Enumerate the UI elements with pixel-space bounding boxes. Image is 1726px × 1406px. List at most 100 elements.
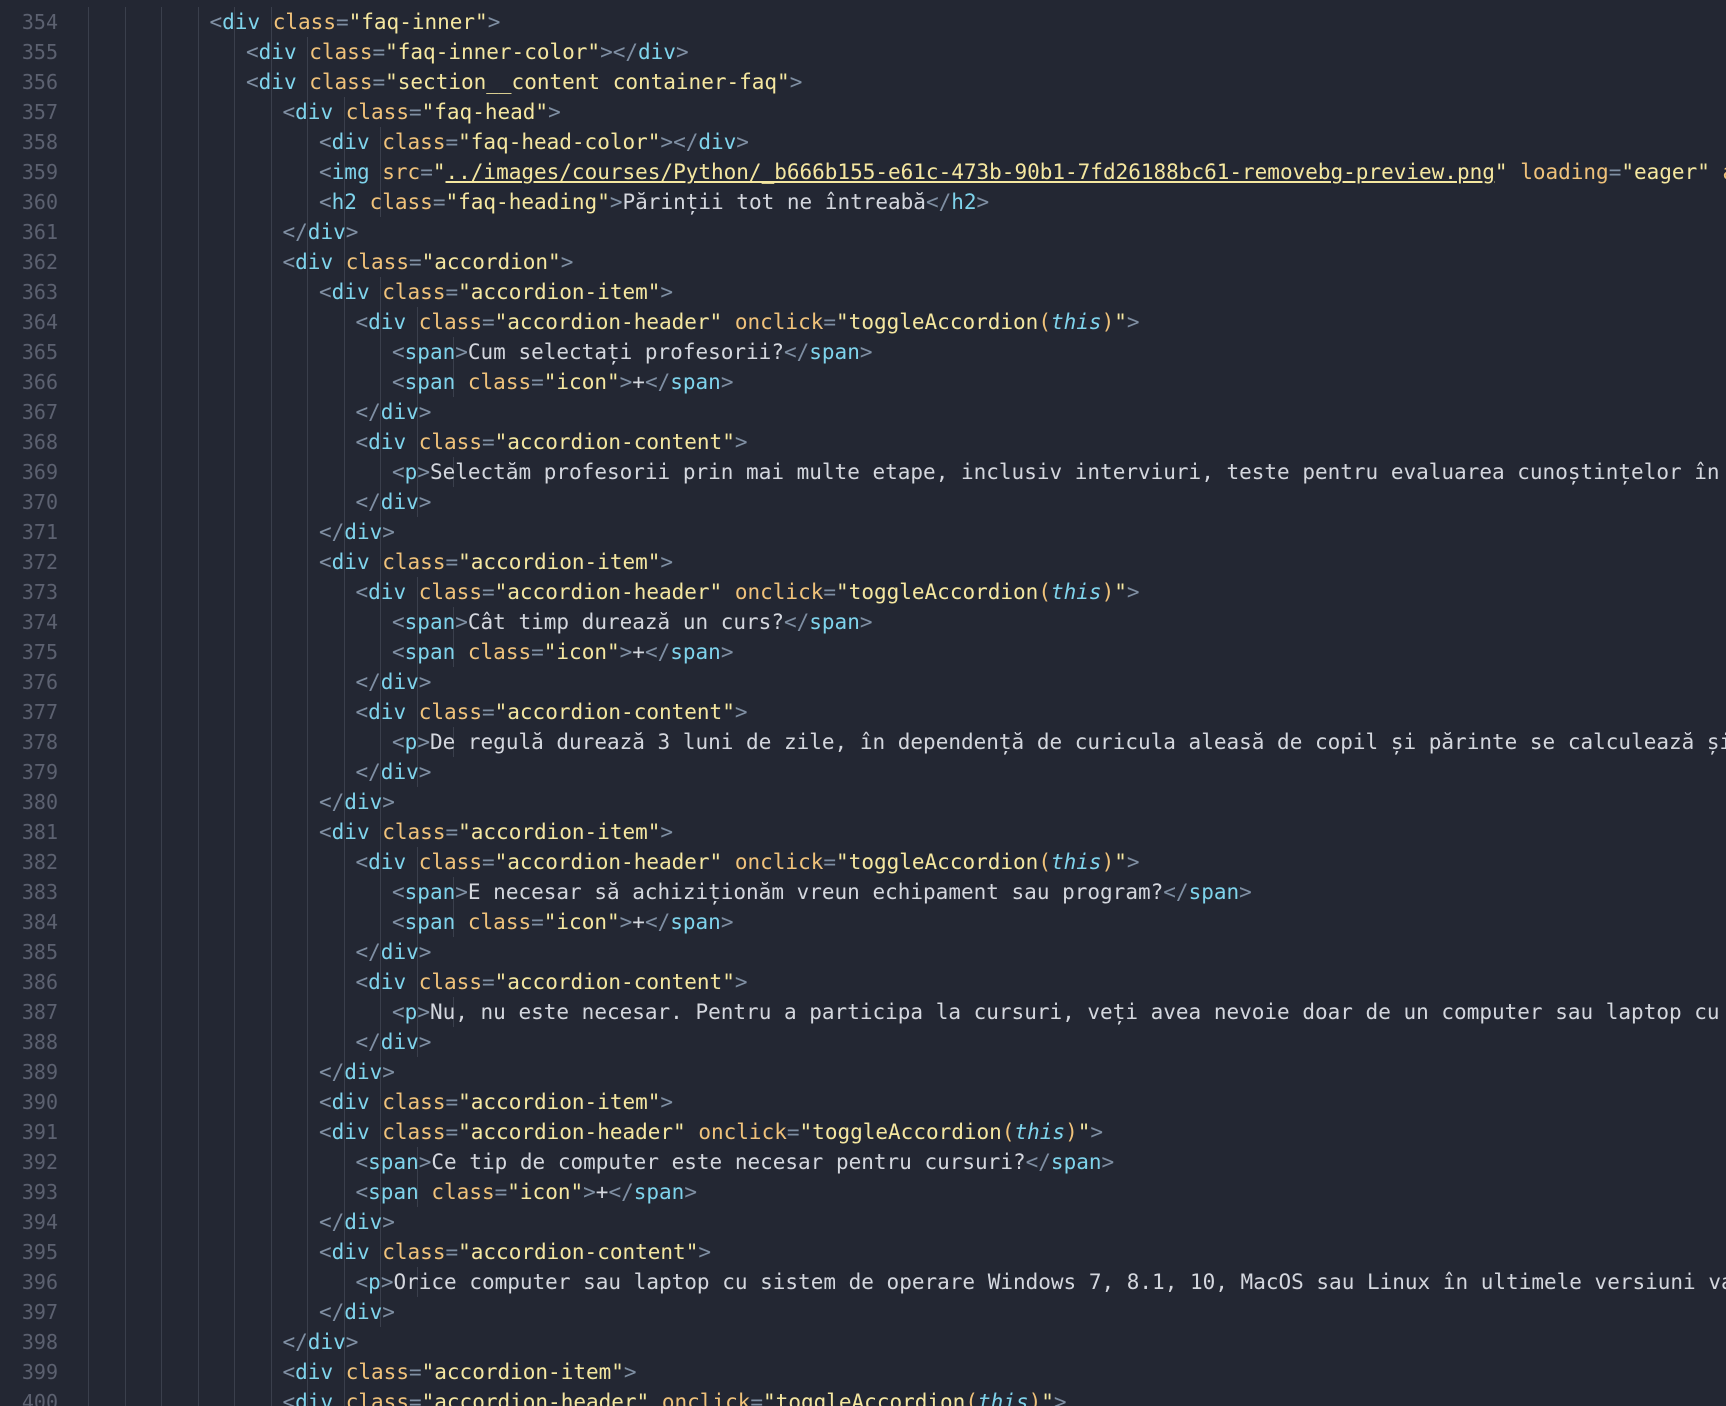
indent-guide xyxy=(307,307,308,337)
code-line[interactable]: 377 <div class="accordion-content"> xyxy=(0,697,1726,727)
token-kw: this xyxy=(1050,850,1102,874)
indent-guide xyxy=(124,1387,126,1406)
code-line[interactable]: 375 <span class="icon">+</span> xyxy=(0,637,1726,667)
indent-guide xyxy=(307,907,308,937)
code-line[interactable]: 378 <p>De regulă durează 3 luni de zile, … xyxy=(0,727,1726,757)
indent-guide xyxy=(88,877,89,907)
indent-guide xyxy=(161,67,162,97)
token-punct: > xyxy=(660,550,674,574)
token-str: "accordion-item" xyxy=(458,820,661,844)
code-line[interactable]: 355 <div class="faq-inner-color"></div> xyxy=(0,37,1726,67)
indent-guide xyxy=(270,187,272,217)
indent-guide xyxy=(197,7,199,37)
indent-guide xyxy=(234,577,235,607)
code-line[interactable]: 371 </div> xyxy=(0,517,1726,547)
code-line[interactable]: 365 <span>Cum selectați profesorii?</span… xyxy=(0,337,1726,367)
token-attr: ( xyxy=(1038,310,1051,334)
indent-guide xyxy=(270,577,272,607)
indent-guide xyxy=(307,817,308,847)
code-line[interactable]: 359 <img src="../images/courses/Python/_b… xyxy=(0,157,1726,187)
indent-guide xyxy=(88,457,89,487)
code-line[interactable]: 387 <p>Nu, nu este necesar. Pentru a part… xyxy=(0,997,1726,1027)
code-line[interactable]: 392 <span>Ce tip de computer este necesar… xyxy=(0,1147,1726,1177)
code-editor[interactable]: 354 <div class="faq-inner"> 355 <div class=… xyxy=(0,0,1726,1406)
code-line[interactable]: 376 </div> xyxy=(0,667,1726,697)
code-line[interactable]: 360 <h2 class="faq-heading">Părinții tot … xyxy=(0,187,1726,217)
code-line[interactable]: 366 <span class="icon">+</span> xyxy=(0,367,1726,397)
indent-guide xyxy=(307,1267,308,1297)
code-line[interactable]: 379 </div> xyxy=(0,757,1726,787)
code-text: <span class="icon">+</span> xyxy=(356,1177,697,1207)
code-line[interactable]: 381 <div class="accordion-item"> xyxy=(0,817,1726,847)
code-line[interactable]: 394 </div> xyxy=(0,1207,1726,1237)
code-line[interactable]: 385 </div> xyxy=(0,937,1726,967)
code-line[interactable]: 372 <div class="accordion-item"> xyxy=(0,547,1726,577)
token-url[interactable]: ../images/courses/Python/_b666b155-e61c-… xyxy=(446,160,1495,184)
code-line[interactable]: 386 <div class="accordion-content"> xyxy=(0,967,1726,997)
code-line[interactable]: 398 </div> xyxy=(0,1327,1726,1357)
code-line[interactable]: 369 <p>Selectăm profesorii prin mai multe… xyxy=(0,457,1726,487)
code-line[interactable]: 361 </div> xyxy=(0,217,1726,247)
indent-guide xyxy=(197,1087,199,1117)
code-line[interactable]: 354 <div class="faq-inner"> xyxy=(0,7,1726,37)
code-line[interactable]: 388 </div> xyxy=(0,1027,1726,1057)
token-punct: </ xyxy=(282,1330,308,1354)
indent-guide xyxy=(270,547,272,577)
token-punct: > xyxy=(417,460,430,484)
indent-guide xyxy=(307,547,308,577)
code-line[interactable]: 396 <p>Orice computer sau laptop cu siste… xyxy=(0,1267,1726,1297)
code-line[interactable]: 390 <div class="accordion-item"> xyxy=(0,1087,1726,1117)
token-punct: > xyxy=(418,1030,432,1054)
code-line[interactable]: 384 <span class="icon">+</span> xyxy=(0,907,1726,937)
code-line[interactable]: 357 <div class="faq-head"> xyxy=(0,97,1726,127)
token-txt: Orice computer sau laptop cu sistem de o… xyxy=(393,1270,1726,1294)
code-line[interactable]: 356 <div class="section__content containe… xyxy=(0,67,1726,97)
indent-guide xyxy=(197,787,199,817)
indent-guide xyxy=(307,367,308,397)
indent-guide xyxy=(161,97,162,127)
token-str: "accordion" xyxy=(421,250,561,274)
indent-guide xyxy=(88,277,89,307)
code-line[interactable]: 368 <div class="accordion-content"> xyxy=(0,427,1726,457)
code-line[interactable]: 380 </div> xyxy=(0,787,1726,817)
code-line[interactable]: 370 </div> xyxy=(0,487,1726,517)
indent-guide xyxy=(197,457,199,487)
token-tag: div xyxy=(638,40,676,64)
code-line[interactable]: 391 <div class="accordion-header" onclick… xyxy=(0,1117,1726,1147)
code-line[interactable]: 395 <div class="accordion-content"> xyxy=(0,1237,1726,1267)
token-punct: </ xyxy=(355,490,381,514)
code-line[interactable]: 399 <div class="accordion-item"> xyxy=(0,1357,1726,1387)
indent-guide xyxy=(234,787,235,817)
indent-guide xyxy=(270,907,272,937)
code-line[interactable]: 389 </div> xyxy=(0,1057,1726,1087)
indent-guide xyxy=(343,907,345,937)
code-line[interactable]: 358 <div class="faq-head-color"></div> xyxy=(0,127,1726,157)
indent-guide xyxy=(307,1237,308,1267)
indent-guide xyxy=(270,757,272,787)
code-line[interactable]: 362 <div class="accordion"> xyxy=(0,247,1726,277)
code-line[interactable]: 383 <span>E necesar să achiziționăm vreun… xyxy=(0,877,1726,907)
token-punct: < xyxy=(319,190,332,214)
indent-guide xyxy=(270,607,272,637)
token-punct: < xyxy=(355,1150,369,1174)
token-str: "accordion-item" xyxy=(458,280,661,304)
code-line[interactable]: 367 </div> xyxy=(0,397,1726,427)
indent-guide xyxy=(197,307,199,337)
code-line[interactable]: 382 <div class="accordion-header" onclick… xyxy=(0,847,1726,877)
token-punct: = xyxy=(823,850,837,874)
indent-guide xyxy=(343,397,345,427)
code-text: <div class="faq-head-color"></div> xyxy=(319,127,749,157)
code-line[interactable]: 393 <span class="icon">+</span> xyxy=(0,1177,1726,1207)
code-line[interactable]: 374 <span>Cât timp durează un curs?</span… xyxy=(0,607,1726,637)
code-line[interactable]: 397 </div> xyxy=(0,1297,1726,1327)
token-punct: < xyxy=(282,100,296,124)
token-attr: class xyxy=(382,1120,446,1144)
code-line[interactable]: 364 <div class="accordion-header" onclick… xyxy=(0,307,1726,337)
indent-guide xyxy=(234,367,235,397)
indent-guide xyxy=(124,187,126,217)
code-line[interactable]: 363 <div class="accordion-item"> xyxy=(0,277,1726,307)
code-line[interactable]: 373 <div class="accordion-header" onclick… xyxy=(0,577,1726,607)
token-punct: > xyxy=(417,1000,430,1024)
code-line[interactable]: 400 <div class="accordion-header" onclick… xyxy=(0,1387,1726,1406)
indent-guide xyxy=(161,667,162,697)
